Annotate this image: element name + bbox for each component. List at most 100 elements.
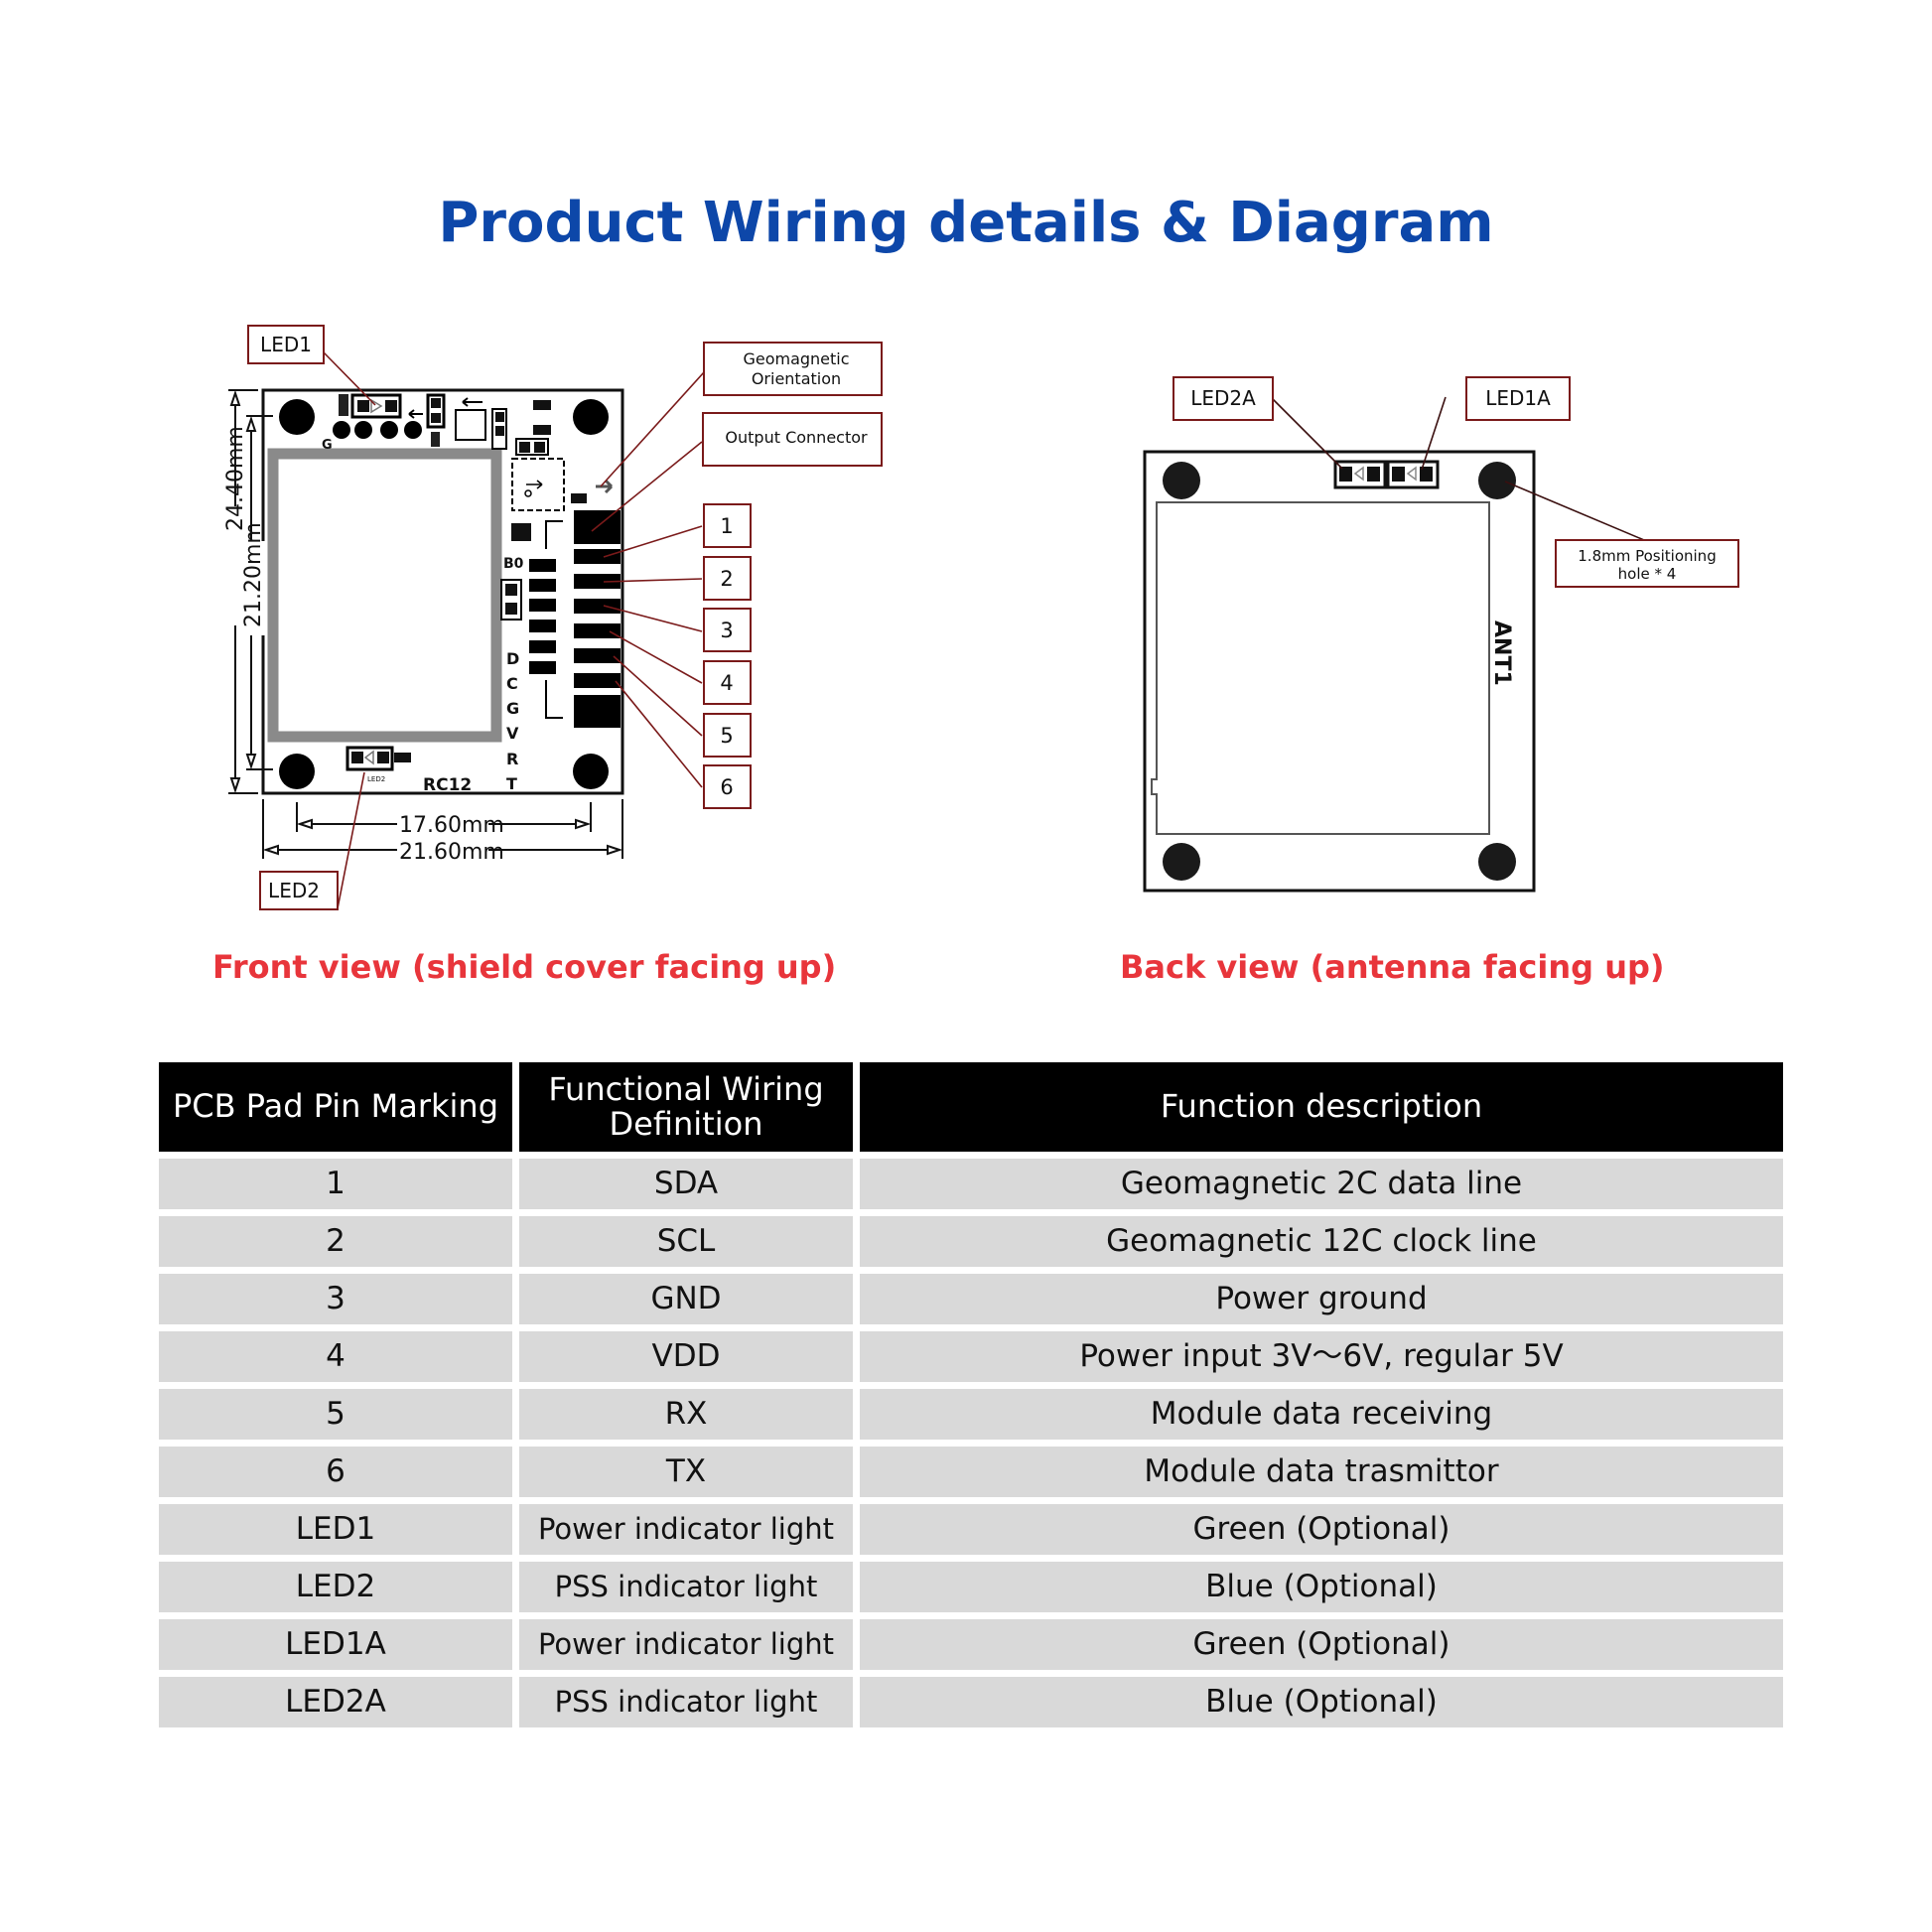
pin-callout-1: 1: [703, 503, 752, 548]
pin-marking-cell: 5: [159, 1389, 512, 1440]
function-description-cell: Geomagnetic 12C clock line: [860, 1216, 1783, 1267]
mounting-hole: [573, 754, 609, 789]
silk-g: G: [322, 438, 333, 453]
pin-marking-cell: 2: [159, 1216, 512, 1267]
wiring-definition-cell: PSS indicator light: [519, 1562, 853, 1612]
callout-led1: LED1: [247, 325, 325, 364]
shield-cover: [267, 448, 502, 743]
pin-marking-cell: 4: [159, 1331, 512, 1382]
wiring-definition-cell: PSS indicator light: [519, 1677, 853, 1727]
svg-text:4: 4: [720, 671, 733, 695]
callout-led1a: LED1A: [1465, 376, 1571, 421]
table-row: 4 VDD Power input 3V～6V, regular 5V: [159, 1331, 1783, 1382]
function-description-cell: Power ground: [860, 1274, 1783, 1324]
dim-width-outer: 21.60mm: [399, 840, 504, 865]
pin-callout-6: 6: [703, 764, 752, 809]
table-row: 1 SDA Geomagnetic 2C data line: [159, 1159, 1783, 1209]
mounting-hole: [279, 399, 315, 435]
front-view-caption: Front view (shield cover facing up): [212, 948, 837, 986]
antenna-outline: [1151, 501, 1490, 835]
svg-text:5: 5: [720, 724, 733, 748]
svg-text:LED2: LED2: [367, 775, 385, 783]
svg-text:hole * 4: hole * 4: [1618, 565, 1677, 583]
pin-marking-cell: 6: [159, 1447, 512, 1497]
pin-marking-cell: LED1: [159, 1504, 512, 1555]
positioning-hole: [1163, 462, 1200, 499]
pin-callout-5: 5: [703, 713, 752, 758]
function-description-cell: Geomagnetic 2C data line: [860, 1159, 1783, 1209]
callout-positioning-hole: 1.8mm Positioning hole * 4: [1555, 539, 1739, 588]
dim-height-outer: 24.40mm: [223, 426, 248, 531]
wiring-definition-cell: TX: [519, 1447, 853, 1497]
function-description-cell: Power input 3V～6V, regular 5V: [860, 1331, 1783, 1382]
pin-definition-table: PCB Pad Pin Marking Functional Wiring De…: [159, 1062, 1783, 1734]
wiring-definition-cell: VDD: [519, 1331, 853, 1382]
pin-marking-cell: LED1A: [159, 1619, 512, 1670]
back-board: ANT1: [1143, 450, 1536, 893]
wiring-definition-cell: SCL: [519, 1216, 853, 1267]
svg-text:Output Connector: Output Connector: [725, 428, 868, 447]
wiring-definition-cell: RX: [519, 1389, 853, 1440]
svg-text:LED1A: LED1A: [1485, 386, 1551, 410]
pin-callout-3: 3: [703, 608, 752, 652]
table-header-row: PCB Pad Pin Marking Functional Wiring De…: [159, 1062, 1783, 1152]
wiring-definition-cell: Power indicator light: [519, 1619, 853, 1670]
table-row: 3 GND Power ground: [159, 1274, 1783, 1324]
pin-callout-2: 2: [703, 556, 752, 601]
header-pin-marking: PCB Pad Pin Marking: [159, 1062, 512, 1152]
pin-callout-4: 4: [703, 660, 752, 705]
callout-led2a: LED2A: [1173, 376, 1274, 421]
pin-marking-cell: LED2: [159, 1562, 512, 1612]
callout-led2: LED2: [259, 871, 339, 910]
positioning-hole: [1478, 843, 1516, 881]
svg-text:V: V: [506, 724, 519, 743]
callout-geomagnetic-orientation: Geomagnetic Orientation: [703, 342, 883, 396]
led2a-component: [1333, 460, 1387, 489]
function-description-cell: Module data trasmittor: [860, 1447, 1783, 1497]
function-description-cell: Blue (Optional): [860, 1677, 1783, 1727]
led1-component: [339, 393, 402, 419]
table-row: 6 TX Module data trasmittor: [159, 1447, 1783, 1497]
mounting-hole: [573, 399, 609, 435]
dim-width-inner: 17.60mm: [399, 813, 504, 838]
svg-text:LED1: LED1: [260, 333, 312, 356]
svg-text:2: 2: [720, 567, 733, 591]
wiring-definition-cell: Power indicator light: [519, 1504, 853, 1555]
table-row: LED1A Power indicator light Green (Optiona…: [159, 1619, 1783, 1670]
svg-text:C: C: [506, 674, 518, 693]
header-function-description: Function description: [860, 1062, 1783, 1152]
board-name: RC12: [423, 775, 472, 795]
dim-height-inner: 21.20mm: [241, 522, 266, 627]
wiring-diagram: G B0 D C G V R T LED2 RC12 24.40mm 21.20…: [222, 325, 1739, 910]
svg-text:R: R: [506, 750, 518, 768]
table-row: 2 SCL Geomagnetic 12C clock line: [159, 1216, 1783, 1267]
svg-text:3: 3: [720, 619, 733, 642]
positioning-hole: [1163, 843, 1200, 881]
led1a-component: [1386, 460, 1440, 489]
svg-text:G: G: [506, 699, 519, 718]
silk-b0: B0: [503, 556, 524, 572]
function-description-cell: Module data receiving: [860, 1389, 1783, 1440]
antenna-label: ANT1: [1489, 621, 1514, 686]
mounting-hole: [279, 754, 315, 789]
svg-text:1.8mm Positioning: 1.8mm Positioning: [1578, 547, 1716, 565]
function-description-cell: Blue (Optional): [860, 1562, 1783, 1612]
header-wiring-definition: Functional Wiring Definition: [519, 1062, 853, 1152]
pin-marking-cell: 3: [159, 1274, 512, 1324]
wiring-definition-cell: SDA: [519, 1159, 853, 1209]
table-row: LED2A PSS indicator light Blue (Optional): [159, 1677, 1783, 1727]
pin-callouts: 1 2 3 4 5 6: [703, 503, 752, 809]
svg-text:LED2: LED2: [268, 879, 320, 902]
svg-text:1: 1: [720, 514, 733, 538]
function-description-cell: Green (Optional): [860, 1504, 1783, 1555]
svg-text:6: 6: [720, 775, 733, 799]
function-description-cell: Green (Optional): [860, 1619, 1783, 1670]
table-row: LED1 Power indicator light Green (Optional…: [159, 1504, 1783, 1555]
callout-output-connector: Output Connector: [702, 412, 883, 467]
table-row: 5 RX Module data receiving: [159, 1389, 1783, 1440]
back-view-caption: Back view (antenna facing up): [1120, 948, 1665, 986]
svg-text:Geomagnetic: Geomagnetic: [743, 349, 849, 368]
svg-text:Orientation: Orientation: [752, 369, 841, 388]
front-board: G B0 D C G V R T LED2 RC12: [261, 388, 624, 795]
svg-text:D: D: [506, 649, 519, 668]
